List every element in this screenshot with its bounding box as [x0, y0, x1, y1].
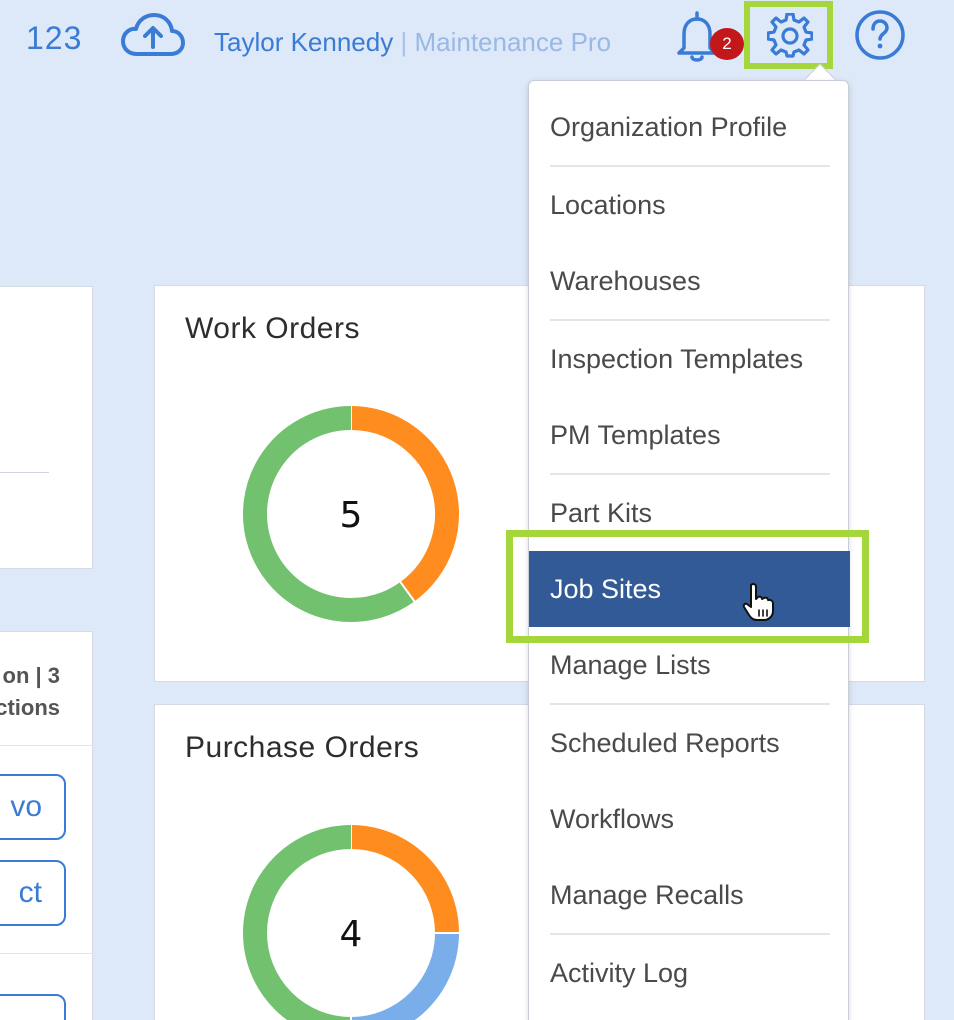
work-orders-total: 5	[340, 495, 363, 536]
upload-button[interactable]	[121, 12, 185, 60]
menu-item-workflows[interactable]: Workflows	[529, 797, 850, 841]
menu-item-inspection-templates[interactable]: Inspection Templates	[529, 337, 850, 381]
actions-summary-line2: ctions	[0, 695, 60, 720]
menu-separator	[550, 473, 830, 475]
actions-summary: on | 3 ctions	[0, 660, 60, 724]
help-button[interactable]	[853, 8, 907, 62]
work-orders-title: Work Orders	[185, 312, 360, 345]
menu-item-pm-templates[interactable]: PM Templates	[529, 413, 850, 457]
left-action-button-3[interactable]: o	[0, 994, 66, 1020]
purchase-orders-segment[interactable]	[350, 932, 459, 1020]
menu-separator	[550, 319, 830, 321]
menu-item-manage-lists[interactable]: Manage Lists	[529, 643, 850, 687]
left-action-button-2[interactable]: ct	[0, 860, 66, 926]
cloud-upload-icon	[121, 13, 185, 56]
purchase-orders-title: Purchase Orders	[185, 731, 420, 764]
notification-badge: 2	[710, 28, 744, 60]
work-orders-segment[interactable]	[243, 406, 415, 622]
gear-icon	[767, 13, 813, 58]
menu-separator	[550, 933, 830, 935]
left-summary-card	[0, 286, 93, 569]
purchase-orders-donut-chart[interactable]: 4	[241, 823, 461, 1020]
user-separator: |	[400, 27, 408, 57]
work-orders-segment[interactable]	[350, 406, 459, 602]
user-info: Taylor Kennedy | Maintenance Pro	[214, 27, 611, 58]
user-name[interactable]: Taylor Kennedy	[214, 27, 393, 57]
purchase-orders-segment[interactable]	[350, 825, 459, 934]
menu-item-locations[interactable]: Locations	[529, 183, 850, 227]
actions-summary-line1: on | 3	[2, 663, 61, 688]
plan-name: Maintenance Pro	[414, 27, 612, 57]
menu-item-warehouses[interactable]: Warehouses	[529, 259, 850, 303]
menu-separator	[550, 165, 830, 167]
left-actions-card: on | 3 ctions vo ct o	[0, 631, 94, 1020]
menu-item-part-kits[interactable]: Part Kits	[529, 491, 850, 535]
work-orders-donut-chart[interactable]: 5	[241, 404, 461, 624]
divider	[0, 745, 94, 746]
divider	[0, 472, 49, 473]
menu-item-organization-profile[interactable]: Organization Profile	[529, 105, 850, 149]
help-icon	[855, 10, 905, 60]
menu-item-scheduled-reports[interactable]: Scheduled Reports	[529, 721, 850, 765]
menu-item-manage-recalls[interactable]: Manage Recalls	[529, 873, 850, 917]
purchase-orders-total: 4	[340, 914, 363, 955]
menu-separator	[550, 703, 830, 705]
hand-pointer-icon	[742, 582, 774, 621]
divider	[0, 953, 94, 954]
purchase-orders-segment[interactable]	[243, 825, 352, 1020]
settings-button[interactable]	[744, 1, 833, 69]
job-sites-highlight	[506, 530, 869, 643]
menu-item-activity-log[interactable]: Activity Log	[529, 951, 850, 995]
account-number[interactable]: 123	[26, 20, 82, 57]
left-action-button-1[interactable]: vo	[0, 774, 66, 840]
